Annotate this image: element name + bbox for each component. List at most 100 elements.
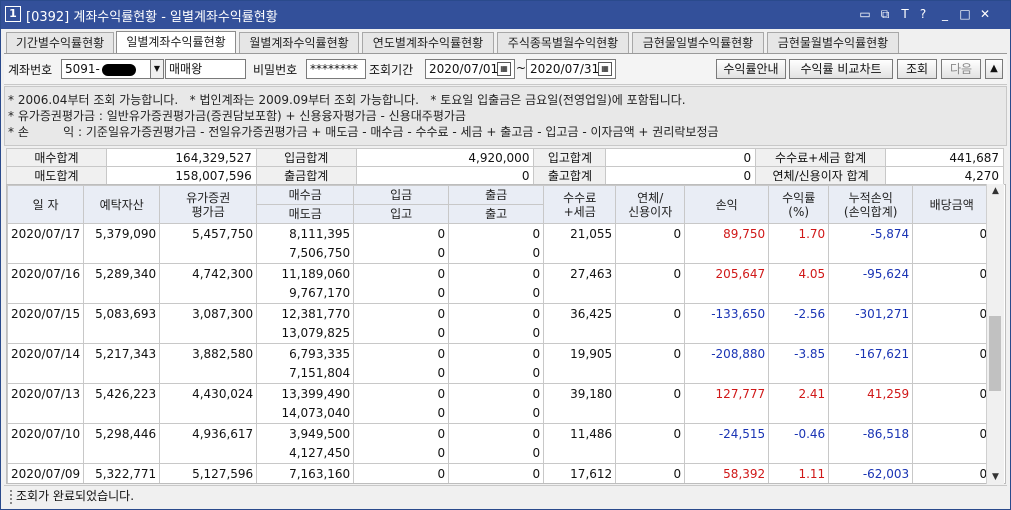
cell-stock-out: 0 bbox=[448, 363, 545, 384]
cell-securities-eval: 4,936,617 bbox=[159, 423, 258, 464]
maximize-icon[interactable]: □ bbox=[956, 5, 974, 23]
col-header-deposit-in[interactable]: 입금 bbox=[353, 185, 450, 205]
tab-monthly-account-return[interactable]: 월별계좌수익률현황 bbox=[239, 32, 359, 53]
cell-stock-in: 0 bbox=[353, 323, 450, 344]
col-header-stock-out[interactable]: 출고 bbox=[448, 204, 545, 224]
col-header-fee-tax[interactable]: 수수료 +세금 bbox=[543, 185, 617, 224]
password-field[interactable]: ******** bbox=[306, 59, 366, 79]
cell-withdraw: 0 bbox=[448, 463, 545, 483]
col-header-pnl[interactable]: 손익 bbox=[684, 185, 770, 224]
tab-gold-monthly-return[interactable]: 금현물월별수익률현황 bbox=[767, 32, 899, 53]
cell-date: 2020/07/09 bbox=[7, 463, 85, 483]
calendar-from-icon[interactable]: ▦ bbox=[497, 62, 511, 76]
daily-return-grid[interactable]: 일 자 예탁자산 유가증권 평가금 매수금 입금 출금 수수료 +세금 연체/ … bbox=[6, 184, 1006, 484]
col-header-cum-pnl[interactable]: 누적손익 (손익합계) bbox=[828, 185, 914, 224]
cell-overdue-interest: 0 bbox=[615, 303, 686, 344]
cell-stock-in: 0 bbox=[353, 243, 450, 264]
cell-deposit-assets: 5,083,693 bbox=[83, 303, 161, 344]
cell-date: 2020/07/15 bbox=[7, 303, 85, 344]
cell-fee-tax: 17,612 bbox=[543, 463, 617, 483]
title-bar[interactable]: 1 [0392] 계좌수익률현황 - 일별계좌수익률현황 ▭ ⧉ T ? _ □… bbox=[1, 1, 1010, 29]
scroll-up-icon[interactable]: ▲ bbox=[987, 184, 1004, 198]
cell-overdue-interest: 0 bbox=[615, 223, 686, 264]
summary-label: 출고합계 bbox=[533, 166, 607, 185]
return-guide-button[interactable]: 수익률안내 bbox=[716, 59, 786, 79]
col-header-sell[interactable]: 매도금 bbox=[256, 204, 355, 224]
help-icon[interactable]: ? bbox=[914, 5, 932, 23]
window-number-badge: 1 bbox=[5, 6, 21, 22]
cell-fee-tax: 19,905 bbox=[543, 343, 617, 384]
calendar-to-icon[interactable]: ▦ bbox=[598, 62, 612, 76]
col-header-dividend[interactable]: 배당금액 bbox=[912, 185, 992, 224]
account-label: 계좌번호 bbox=[8, 63, 53, 77]
table-row[interactable]: 2020/07/09 5,322,771 5,127,596 7,163,160 0 0 1… bbox=[7, 463, 992, 483]
table-row[interactable]: 2020/07/17 5,379,090 5,457,750 8,111,395 0 0 2… bbox=[7, 223, 992, 264]
return-compare-chart-button[interactable]: 수익률 비교차트 bbox=[789, 59, 893, 79]
cell-buy: 3,949,500 bbox=[256, 423, 355, 444]
date-from-text: 2020/07/01 bbox=[429, 62, 499, 76]
main-window: 1 [0392] 계좌수익률현황 - 일별계좌수익률현황 ▭ ⧉ T ? _ □… bbox=[0, 0, 1011, 510]
cell-fee-tax: 21,055 bbox=[543, 223, 617, 264]
summary-label: 연체/신용이자 합계 bbox=[755, 166, 887, 185]
copy-window-icon[interactable]: ⧉ bbox=[876, 5, 894, 23]
account-name-field: 매매왕 bbox=[165, 59, 246, 79]
daily-return-table: 일 자 예탁자산 유가증권 평가금 매수금 입금 출금 수수료 +세금 연체/ … bbox=[7, 185, 992, 485]
cell-withdraw: 0 bbox=[448, 423, 545, 444]
cell-return-rate: -2.56 bbox=[768, 303, 830, 344]
cell-deposit-in: 0 bbox=[353, 303, 450, 324]
tab-period-return[interactable]: 기간별수익률현황 bbox=[6, 32, 114, 53]
tab-stock-monthly-return[interactable]: 주식종목별월수익현황 bbox=[497, 32, 629, 53]
col-header-stock-in[interactable]: 입고 bbox=[353, 204, 450, 224]
pin-icon[interactable]: T bbox=[896, 5, 914, 23]
tab-daily-account-return[interactable]: 일별계좌수익률현황 bbox=[116, 31, 236, 54]
summary-label: 매수합계 bbox=[6, 148, 107, 167]
cell-return-rate: -0.46 bbox=[768, 423, 830, 464]
table-row[interactable]: 2020/07/16 5,289,340 4,742,300 11,189,060 0 0… bbox=[7, 263, 992, 304]
cell-pnl: 205,647 bbox=[684, 263, 770, 304]
grid-body: 2020/07/17 5,379,090 5,457,750 8,111,395 0 0 2… bbox=[7, 223, 992, 485]
scroll-down-icon[interactable]: ▼ bbox=[987, 470, 1004, 484]
table-row[interactable]: 2020/07/15 5,083,693 3,087,300 12,381,770 0 0… bbox=[7, 303, 992, 344]
notes-panel: * 2006.04부터 조회 가능합니다. * 법인계좌는 2009.09부터 … bbox=[4, 86, 1007, 146]
col-header-withdraw[interactable]: 출금 bbox=[448, 185, 545, 205]
col-header-return-rate[interactable]: 수익률 (%) bbox=[768, 185, 830, 224]
table-row[interactable]: 2020/07/10 5,298,446 4,936,617 3,949,500 0 0 1… bbox=[7, 423, 992, 464]
masked-account-blot bbox=[101, 63, 136, 76]
close-icon[interactable]: ✕ bbox=[976, 5, 994, 23]
cell-return-rate: 1.11 bbox=[768, 463, 830, 483]
col-header-date[interactable]: 일 자 bbox=[7, 185, 85, 224]
tab-yearly-account-return[interactable]: 연도별계좌수익률현황 bbox=[362, 32, 494, 53]
table-row-sub[interactable] bbox=[8, 484, 991, 485]
grid-vertical-scrollbar[interactable]: ▲ ▼ bbox=[986, 184, 1004, 484]
cell-stock-out: 0 bbox=[448, 323, 545, 344]
cell-deposit-assets: 5,426,223 bbox=[83, 383, 161, 424]
cell-fee-tax: 11,486 bbox=[543, 423, 617, 464]
search-button[interactable]: 조회 bbox=[897, 59, 937, 79]
summary-value: 0 bbox=[355, 166, 535, 185]
col-header-securities-eval[interactable]: 유가증권 평가금 bbox=[159, 185, 258, 224]
cell-deposit-assets: 5,289,340 bbox=[83, 263, 161, 304]
restore-layout-icon[interactable]: ▭ bbox=[856, 5, 874, 23]
minimize-icon[interactable]: _ bbox=[936, 5, 954, 23]
cell-dividend: 0 bbox=[912, 423, 992, 464]
tab-gold-daily-return[interactable]: 금현물일별수익률현황 bbox=[632, 32, 764, 53]
cell-date: 2020/07/16 bbox=[7, 263, 85, 304]
col-header-overdue-interest[interactable]: 연체/ 신용이자 bbox=[615, 185, 686, 224]
cell-securities-eval: 3,882,580 bbox=[159, 343, 258, 384]
account-number-field[interactable]: 5091- bbox=[61, 59, 151, 79]
table-row[interactable]: 2020/07/14 5,217,343 3,882,580 6,793,335 0 0 1… bbox=[7, 343, 992, 384]
collapse-icon[interactable]: ▲ bbox=[985, 59, 1003, 79]
cell-sell: 9,767,170 bbox=[256, 283, 355, 304]
account-dropdown-arrow-icon[interactable]: ▼ bbox=[150, 59, 164, 79]
summary-table: 매수합계 164,329,527 입금합계 4,920,000 입고합계 0 수… bbox=[6, 148, 1004, 185]
cell-securities-eval: 3,087,300 bbox=[159, 303, 258, 344]
table-row[interactable]: 2020/07/13 5,426,223 4,430,024 13,399,490 0 0… bbox=[7, 383, 992, 424]
col-header-deposit-assets[interactable]: 예탁자산 bbox=[83, 185, 161, 224]
next-button[interactable]: 다음 bbox=[941, 59, 981, 79]
cell-pnl: -208,880 bbox=[684, 343, 770, 384]
cell-pnl: 58,392 bbox=[684, 463, 770, 483]
scroll-thumb[interactable] bbox=[989, 316, 1001, 391]
col-header-buy[interactable]: 매수금 bbox=[256, 185, 355, 205]
cell-stock-out: 0 bbox=[448, 443, 545, 464]
grid-header-row: 일 자 예탁자산 유가증권 평가금 매수금 입금 출금 수수료 +세금 연체/ … bbox=[7, 185, 992, 224]
